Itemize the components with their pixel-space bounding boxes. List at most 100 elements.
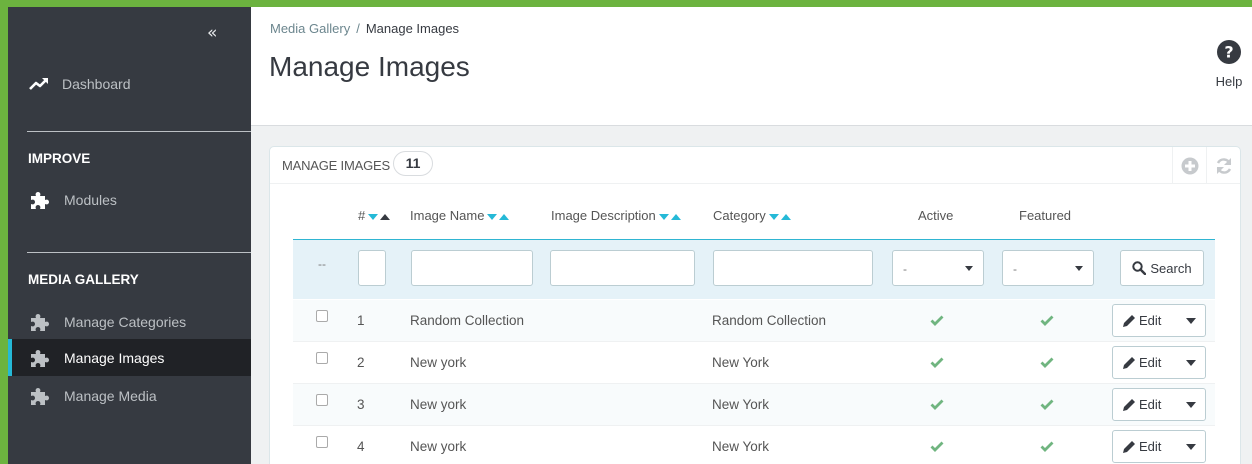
search-button[interactable]: Search [1120, 250, 1204, 286]
table-row[interactable]: 2 New york New York Edit [293, 342, 1215, 384]
cell-id: 2 [357, 355, 365, 370]
filter-active-select[interactable]: - [892, 250, 984, 286]
sidebar-item-dashboard[interactable]: Dashboard [8, 69, 251, 99]
row-checkbox[interactable] [316, 394, 328, 406]
section-title-improve: IMPROVE [28, 151, 91, 166]
column-header-image-description[interactable]: Image Description [551, 208, 681, 223]
column-header-id[interactable]: # [358, 208, 391, 223]
check-icon[interactable] [1040, 356, 1054, 371]
breadcrumb: Media Gallery / Manage Images [270, 21, 459, 36]
sidebar-item-manage-categories[interactable]: Manage Categories [8, 308, 251, 336]
sidebar-item-label: Manage Media [64, 388, 157, 404]
row-actions-dropdown[interactable] [1177, 317, 1205, 324]
column-header-category[interactable]: Category [713, 208, 791, 223]
sidebar-item-label: Manage Images [64, 349, 165, 366]
select-value: - [903, 262, 907, 276]
cell-category: New York [712, 355, 770, 370]
row-actions: Edit [1112, 304, 1206, 337]
column-header-label: # [358, 208, 366, 223]
sort-icon[interactable] [658, 208, 681, 223]
row-actions-dropdown[interactable] [1177, 443, 1205, 450]
column-header-label: Image Name [410, 208, 485, 223]
plus-circle-icon [1181, 157, 1198, 174]
app-frame: « Dashboard IMPROVE Modules MEDIA GALLER… [8, 7, 1252, 464]
check-icon[interactable] [930, 398, 944, 413]
check-icon[interactable] [930, 356, 944, 371]
edit-label: Edit [1139, 439, 1162, 454]
puzzle-icon [28, 385, 50, 407]
breadcrumb-parent-link[interactable]: Media Gallery [270, 21, 350, 36]
cell-id: 4 [357, 439, 365, 454]
caret-down-icon [1186, 443, 1196, 450]
caret-down-icon [1186, 317, 1196, 324]
sidebar-item-label: Dashboard [62, 76, 131, 92]
sidebar-item-label: Manage Categories [64, 314, 187, 330]
sidebar-item-modules[interactable]: Modules [8, 186, 251, 214]
cell-category: New York [712, 397, 770, 412]
panel-toolbar [1172, 147, 1240, 184]
help-icon: ? [1217, 40, 1241, 64]
cell-id: 3 [357, 397, 365, 412]
collapse-sidebar-icon[interactable]: « [207, 23, 218, 43]
check-icon[interactable] [930, 314, 944, 329]
caret-down-icon [965, 266, 973, 271]
row-checkbox[interactable] [316, 310, 328, 322]
breadcrumb-separator: / [356, 21, 360, 36]
panel-heading: MANAGE IMAGES 11 [270, 147, 1240, 184]
table-row[interactable]: 3 New york New York Edit [293, 384, 1215, 426]
row-checkbox[interactable] [316, 352, 328, 364]
edit-button[interactable]: Edit [1113, 439, 1177, 454]
pencil-icon [1123, 440, 1135, 453]
check-icon[interactable] [930, 440, 944, 455]
check-icon[interactable] [1040, 398, 1054, 413]
caret-down-icon [1186, 401, 1196, 408]
caret-down-icon [1075, 266, 1083, 271]
cell-image-name: New york [410, 355, 467, 370]
sidebar-divider [27, 131, 251, 132]
trending-up-icon [28, 73, 50, 95]
count-badge: 11 [393, 151, 433, 176]
row-actions-dropdown[interactable] [1177, 359, 1205, 366]
manage-images-panel: MANAGE IMAGES 11 # Image Name Image Desc… [269, 146, 1241, 464]
check-icon[interactable] [1040, 314, 1054, 329]
edit-label: Edit [1139, 397, 1162, 412]
pencil-icon [1123, 398, 1135, 411]
sidebar-item-manage-media[interactable]: Manage Media [8, 382, 251, 410]
check-icon[interactable] [1040, 440, 1054, 455]
pencil-icon [1123, 356, 1135, 369]
column-header-image-name[interactable]: Image Name [410, 208, 510, 223]
filter-image-description-input[interactable] [550, 250, 695, 286]
filter-category-input[interactable] [713, 250, 873, 286]
search-icon [1132, 261, 1147, 275]
filter-image-name-input[interactable] [411, 250, 533, 286]
panel-title: MANAGE IMAGES [282, 158, 390, 173]
puzzle-icon [28, 347, 50, 369]
help-button[interactable]: ? Help [1211, 40, 1247, 89]
edit-button[interactable]: Edit [1113, 397, 1177, 412]
table-row[interactable]: 1 Random Collection Random Collection Ed… [293, 300, 1215, 342]
puzzle-icon [28, 189, 50, 211]
search-button-label: Search [1150, 260, 1192, 276]
refresh-icon [1216, 157, 1231, 174]
sort-icon[interactable] [487, 208, 510, 223]
row-checkbox[interactable] [316, 436, 328, 448]
table-row[interactable]: 4 New york New York Edit [293, 426, 1215, 464]
puzzle-icon [28, 311, 50, 333]
column-header-label: Image Description [551, 208, 656, 223]
row-actions-dropdown[interactable] [1177, 401, 1205, 408]
sidebar: « Dashboard IMPROVE Modules MEDIA GALLER… [8, 7, 251, 464]
edit-button[interactable]: Edit [1113, 355, 1177, 370]
filter-id-input[interactable] [358, 250, 386, 286]
row-actions: Edit [1112, 388, 1206, 421]
page-header: Media Gallery / Manage Images Manage Image… [251, 7, 1252, 126]
sort-icon[interactable] [768, 208, 791, 223]
refresh-button[interactable] [1206, 147, 1240, 184]
column-header-active: Active [918, 208, 954, 223]
edit-button[interactable]: Edit [1113, 313, 1177, 328]
sort-icon[interactable] [368, 208, 391, 223]
sidebar-item-manage-images[interactable]: Manage Images [8, 339, 251, 376]
add-new-button[interactable] [1172, 147, 1206, 184]
filter-featured-select[interactable]: - [1002, 250, 1094, 286]
column-header-featured: Featured [1019, 208, 1072, 223]
select-value: - [1013, 262, 1017, 276]
